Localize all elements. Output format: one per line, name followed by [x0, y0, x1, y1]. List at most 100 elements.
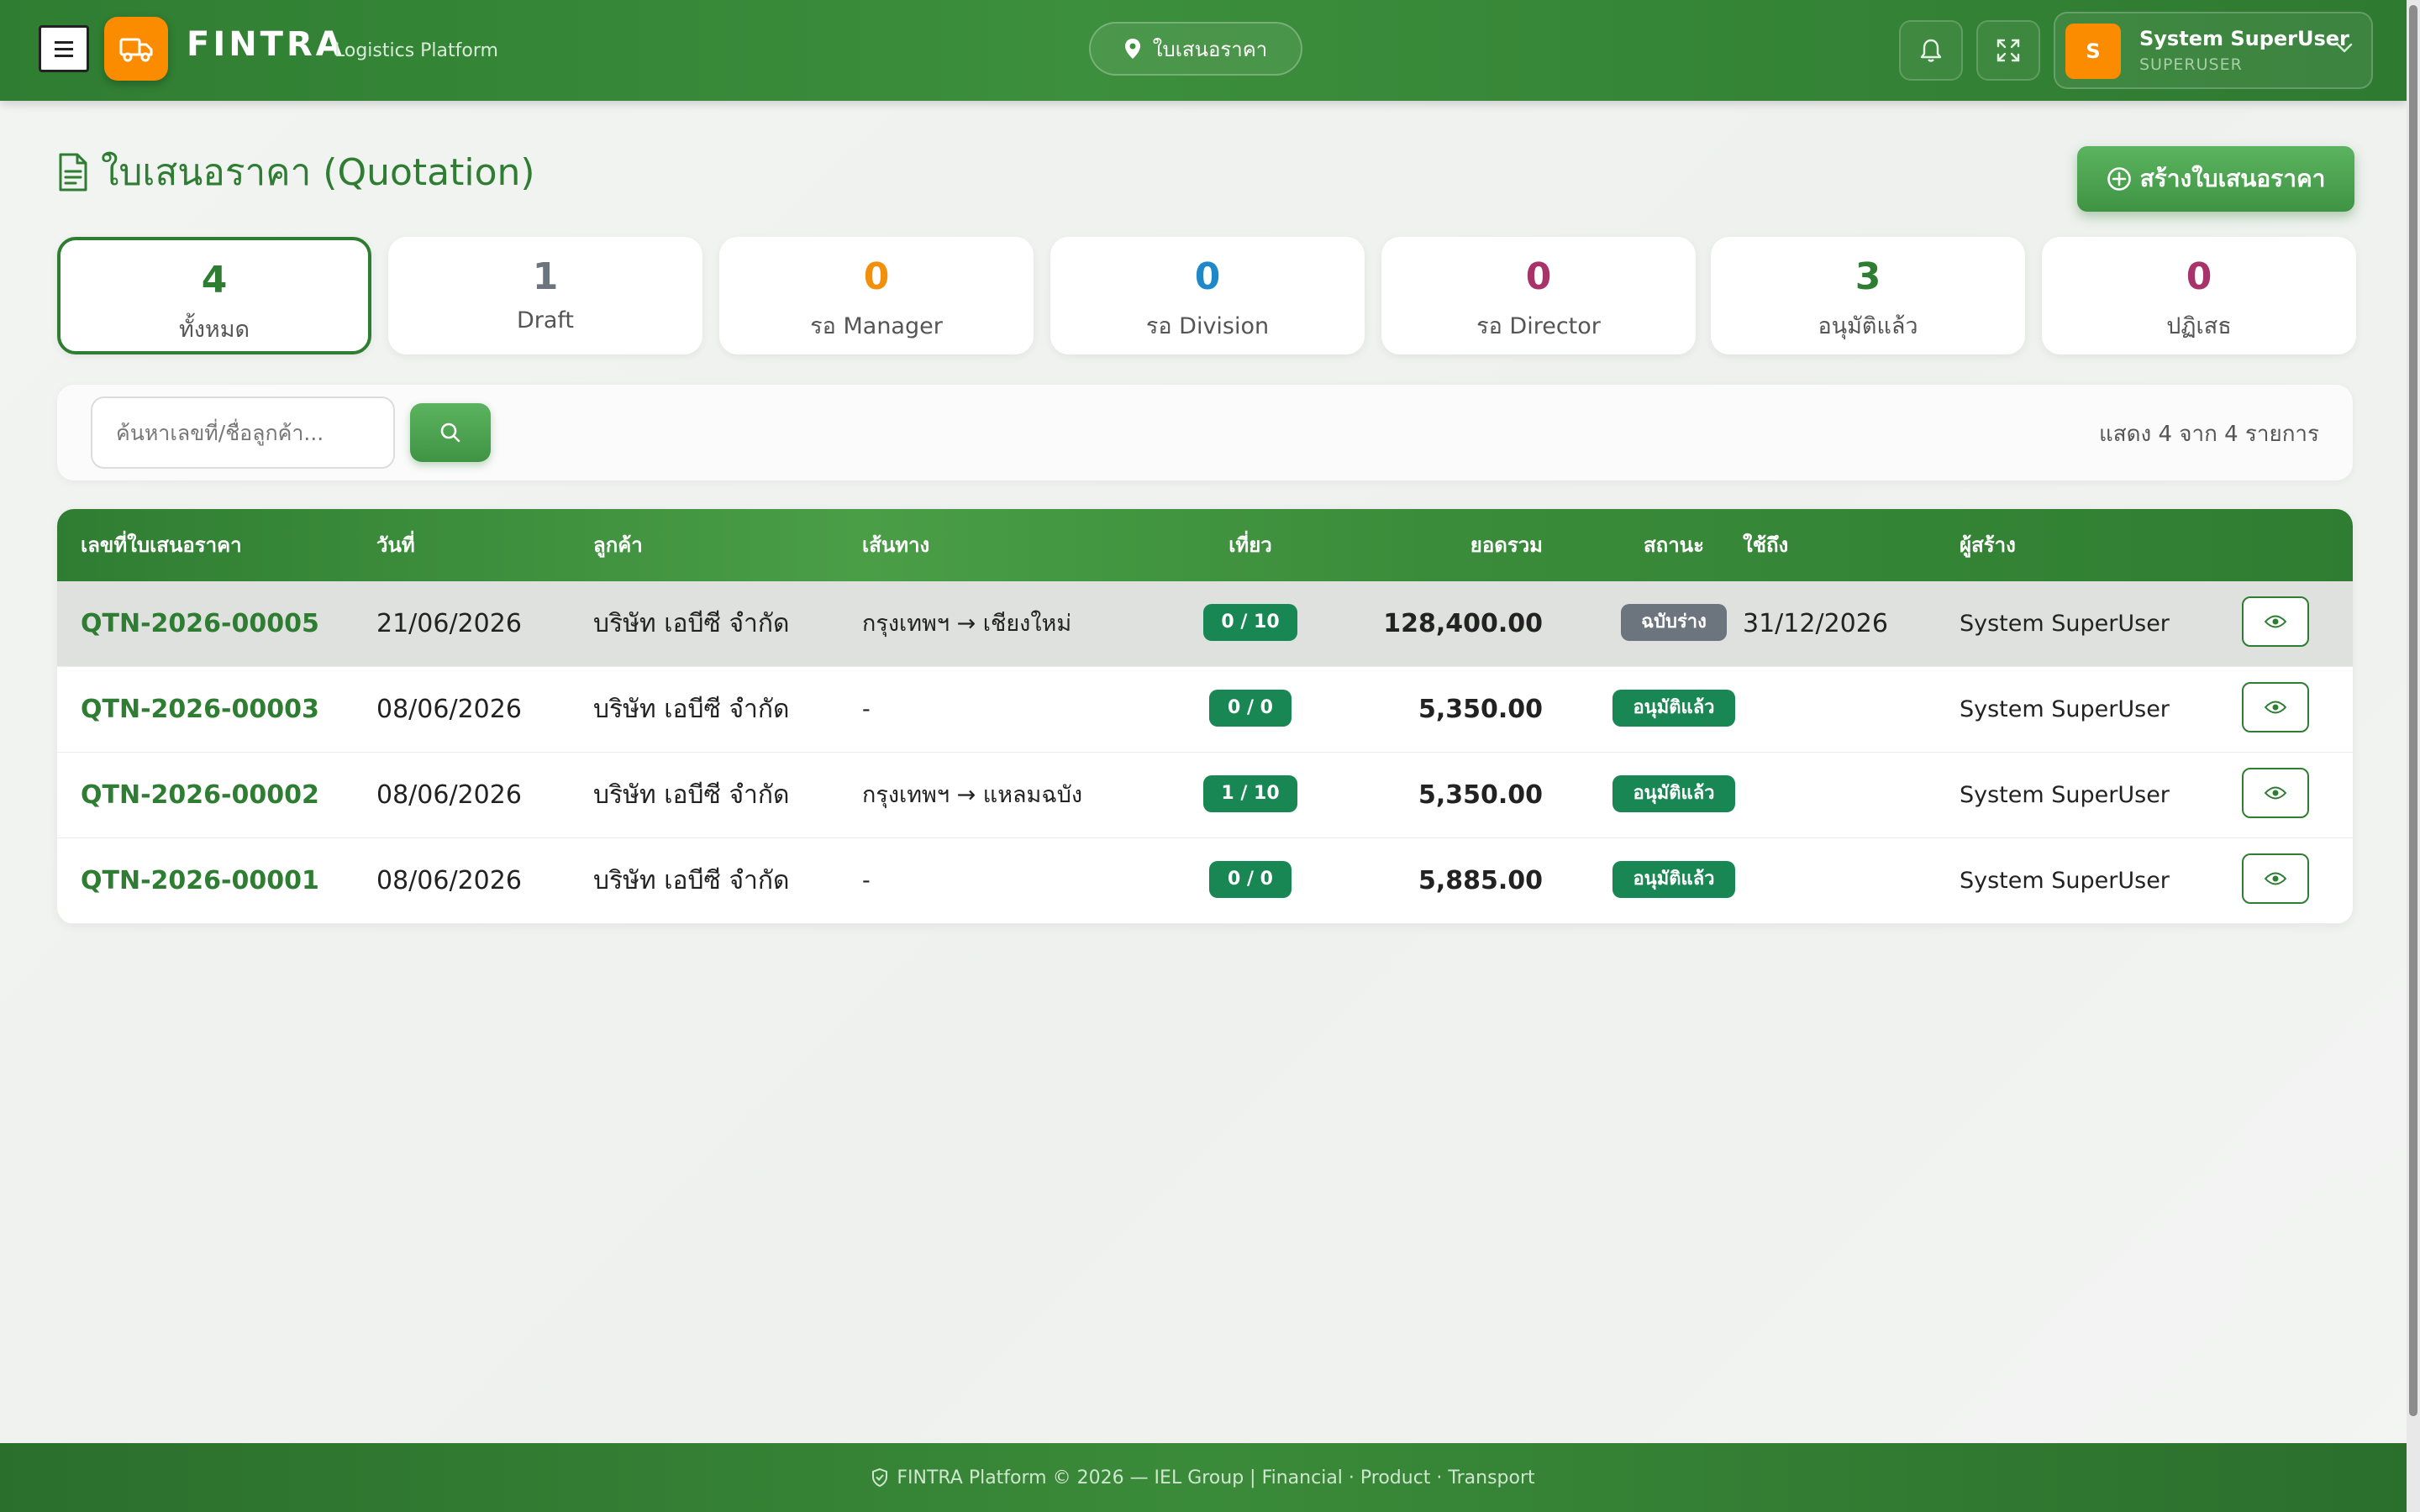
route-text: กรุงเทพฯ → แหลมฉบัง — [862, 782, 1083, 808]
column-header-customer[interactable]: ลูกค้า — [593, 509, 643, 581]
route-text: - — [862, 868, 871, 894]
status-badge: อนุมัติแล้ว — [1612, 775, 1735, 812]
user-role: SUPERUSER — [2139, 55, 2243, 74]
stat-count: 0 — [1525, 255, 1552, 298]
creator-name: System SuperUser — [1960, 611, 2170, 637]
plus-circle-icon — [2107, 167, 2131, 191]
stat-count: 4 — [201, 259, 228, 302]
stat-count: 3 — [1854, 255, 1881, 298]
column-header-quotation-no[interactable]: เลขที่ใบเสนอราคา — [81, 509, 242, 581]
quotation-date: 08/06/2026 — [376, 695, 522, 724]
customer-name: บริษัท เอบีซี จำกัด — [593, 695, 790, 724]
create-quotation-label: สร้างใบเสนอราคา — [2139, 165, 2326, 192]
stat-count: 0 — [2186, 255, 2212, 298]
user-menu[interactable]: S System SuperUser SUPERUSER — [2054, 12, 2373, 89]
current-page-indicator: ใบเสนอราคา — [1089, 22, 1302, 76]
table-header: เลขที่ใบเสนอราคา วันที่ ลูกค้า เส้นทาง เ… — [57, 509, 2353, 581]
expand-icon — [1996, 39, 2020, 62]
scrollbar-thumb[interactable] — [2409, 5, 2417, 1416]
eye-icon — [2264, 615, 2287, 628]
page-title: ใบเสนอราคา (Quotation) — [57, 143, 535, 202]
brand-name: FINTRA — [187, 25, 345, 64]
table-row[interactable]: QTN-2026-00001 08/06/2026 บริษัท เอบีซี จำ… — [57, 838, 2353, 924]
stat-label: รอ Director — [1476, 313, 1601, 339]
table-row[interactable]: QTN-2026-00002 08/06/2026 บริษัท เอบีซี จำ… — [57, 753, 2353, 838]
footer: FINTRA Platform © 2026 — IEL Group | Fin… — [0, 1443, 2407, 1512]
customer-name: บริษัท เอบีซี จำกัด — [593, 866, 790, 895]
quotation-table: เลขที่ใบเสนอราคา วันที่ ลูกค้า เส้นทาง เ… — [57, 509, 2353, 924]
stat-card-draft[interactable]: 1 Draft — [388, 237, 702, 354]
document-icon — [59, 153, 87, 192]
chevron-down-icon — [2336, 43, 2353, 53]
hamburger-line — [55, 47, 73, 50]
footer-text: FINTRA Platform © 2026 — IEL Group | Fin… — [897, 1467, 1535, 1488]
stat-card-all[interactable]: 4 ทั้งหมด — [57, 237, 371, 354]
stat-card-approved[interactable]: 3 อนุมัติแล้ว — [1711, 237, 2025, 354]
view-quotation-button[interactable] — [2242, 853, 2309, 904]
stat-label: ทั้งหมด — [178, 317, 250, 343]
eye-icon — [2264, 872, 2287, 885]
view-quotation-button[interactable] — [2242, 596, 2309, 647]
trip-count-badge: 0 / 10 — [1203, 604, 1297, 641]
stat-count: 0 — [863, 255, 890, 298]
search-button[interactable] — [410, 403, 491, 462]
column-header-trips[interactable]: เที่ยว — [1200, 509, 1301, 581]
notification-button[interactable] — [1899, 20, 1963, 81]
column-header-creator[interactable]: ผู้สร้าง — [1960, 509, 2016, 581]
status-badge: ฉบับร่าง — [1621, 604, 1727, 641]
trip-count-badge: 0 / 0 — [1209, 861, 1292, 898]
stat-label: ปฏิเสธ — [2166, 313, 2232, 339]
quotation-date: 08/06/2026 — [376, 866, 522, 895]
view-quotation-button[interactable] — [2242, 682, 2309, 732]
quotation-date: 08/06/2026 — [376, 780, 522, 810]
create-quotation-button[interactable]: สร้างใบเสนอราคา — [2077, 146, 2354, 212]
result-count: แสดง 4 จาก 4 รายการ — [2098, 422, 2319, 447]
fullscreen-button[interactable] — [1976, 20, 2040, 81]
quotation-number-link[interactable]: QTN-2026-00005 — [81, 581, 319, 667]
creator-name: System SuperUser — [1960, 868, 2170, 894]
stat-count: 0 — [1194, 255, 1221, 298]
trip-count-badge: 1 / 10 — [1203, 775, 1297, 812]
hamburger-line — [55, 40, 73, 44]
total-amount: 5,885.00 — [1418, 866, 1543, 895]
search-panel: แสดง 4 จาก 4 รายการ — [57, 385, 2353, 480]
stat-count: 1 — [532, 255, 559, 298]
stat-card-rejected[interactable]: 0 ปฏิเสธ — [2042, 237, 2356, 354]
stat-card-pending-manager[interactable]: 0 รอ Manager — [719, 237, 1034, 354]
stat-label: อนุมัติแล้ว — [1818, 313, 1918, 339]
map-pin-icon — [1124, 39, 1140, 59]
logo[interactable] — [104, 17, 168, 81]
table-row[interactable]: QTN-2026-00003 08/06/2026 บริษัท เอบีซี จำ… — [57, 667, 2353, 753]
menu-toggle-button[interactable] — [39, 25, 89, 72]
stat-label: รอ Manager — [810, 313, 943, 339]
avatar: S — [2065, 24, 2121, 79]
table-row[interactable]: QTN-2026-00005 21/06/2026 บริษัท เอบีซี จำ… — [57, 581, 2353, 667]
quotation-number-link[interactable]: QTN-2026-00003 — [81, 667, 319, 753]
hamburger-line — [55, 54, 73, 57]
stat-card-pending-director[interactable]: 0 รอ Director — [1381, 237, 1696, 354]
column-header-route[interactable]: เส้นทาง — [862, 509, 929, 581]
valid-until-date: 31/12/2026 — [1743, 609, 1888, 638]
quotation-number-link[interactable]: QTN-2026-00002 — [81, 753, 319, 838]
creator-name: System SuperUser — [1960, 696, 2170, 722]
route-text: กรุงเทพฯ → เชียงใหม่ — [862, 611, 1072, 637]
status-badge: อนุมัติแล้ว — [1612, 861, 1735, 898]
status-badge: อนุมัติแล้ว — [1612, 690, 1735, 727]
page-title-text: ใบเสนอราคา (Quotation) — [101, 151, 535, 194]
total-amount: 128,400.00 — [1383, 609, 1543, 638]
customer-name: บริษัท เอบีซี จำกัด — [593, 609, 790, 638]
stat-card-pending-division[interactable]: 0 รอ Division — [1050, 237, 1365, 354]
total-amount: 5,350.00 — [1418, 695, 1543, 724]
column-header-valid-until[interactable]: ใช้ถึง — [1743, 509, 1788, 581]
column-header-date[interactable]: วันที่ — [376, 509, 415, 581]
brand-subtitle: Logistics Platform — [334, 40, 498, 61]
column-header-total[interactable]: ยอดรวม — [1368, 509, 1543, 581]
shield-icon — [872, 1467, 888, 1488]
quotation-date: 21/06/2026 — [376, 609, 522, 638]
search-input[interactable] — [91, 396, 395, 469]
quotation-number-link[interactable]: QTN-2026-00001 — [81, 838, 319, 924]
route-text: - — [862, 696, 871, 722]
view-quotation-button[interactable] — [2242, 768, 2309, 818]
top-navbar: FINTRA Logistics Platform ใบเสนอราคา S S… — [0, 0, 2407, 101]
column-header-status[interactable]: สถานะ — [1585, 509, 1763, 581]
